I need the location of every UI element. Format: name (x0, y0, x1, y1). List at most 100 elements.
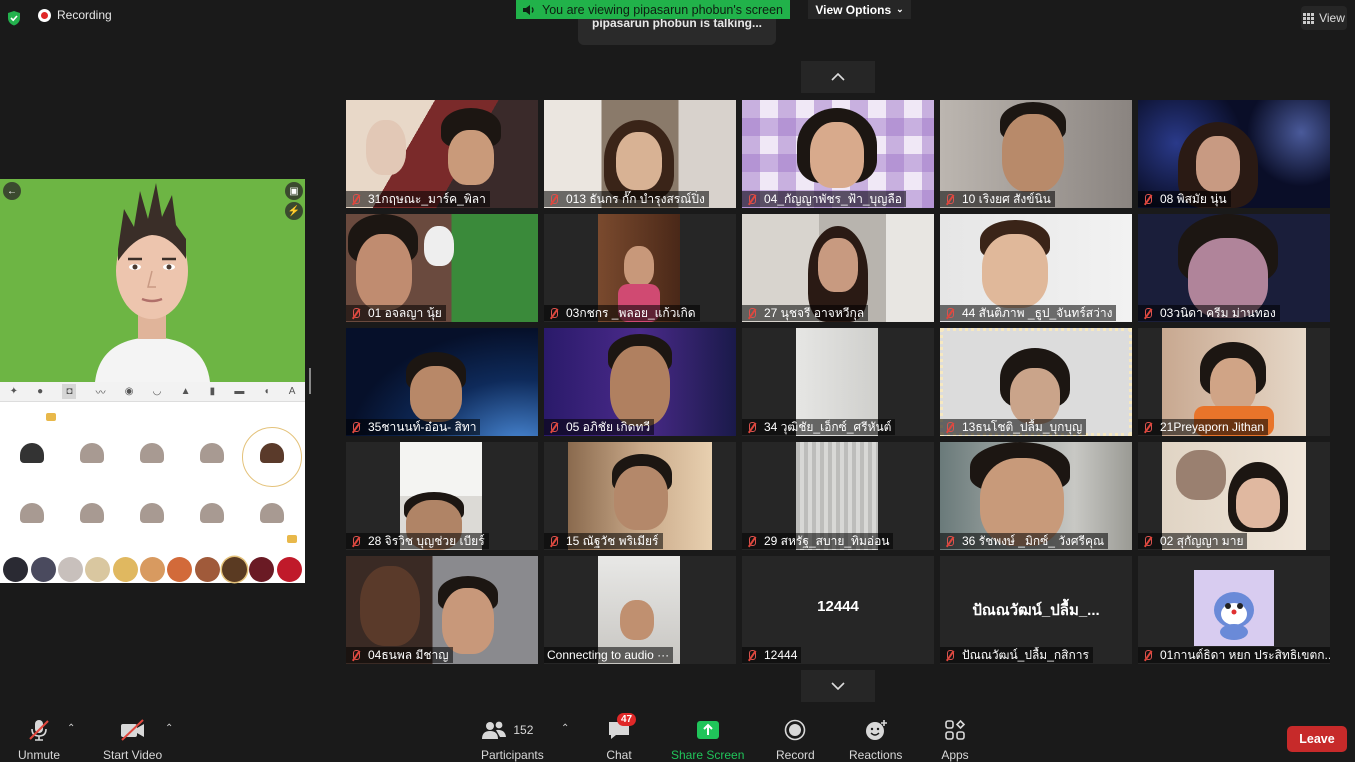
participant-tile[interactable]: 44 สันติภาพ _ธูป_จันทร์สว่าง (940, 214, 1132, 322)
participant-name: 27 นุชจรี อาจหวีกุล (742, 305, 869, 321)
avatar-tool-eyes[interactable]: ◉ (125, 386, 134, 397)
color-swatch[interactable] (30, 556, 56, 582)
color-swatch[interactable] (276, 556, 302, 582)
participant-name-text: 21Preyaporn Jithan (1160, 420, 1265, 434)
share-screen-button[interactable]: Share Screen (671, 718, 744, 762)
participant-tile[interactable]: 13ธนโชติ_ปลื้ม_บุกบุญ (940, 328, 1132, 436)
color-swatch[interactable] (112, 556, 138, 582)
participant-name: 34 วุฒิชัย_เอ็กซ์_ศรีหันต์ (742, 419, 896, 435)
participant-tile[interactable]: 01 อจลญา นุ้ย (346, 214, 538, 322)
avatar-tool-pose[interactable]: ✦ (10, 386, 18, 397)
participant-tile[interactable]: 08 พิสมัย นุ่น (1138, 100, 1330, 208)
hair-option[interactable] (200, 503, 224, 523)
security-shield-icon[interactable] (6, 10, 22, 26)
participant-name-text: 35ชานนท์-อ๋อน- สิทา (368, 419, 477, 434)
participant-tile[interactable]: 31กฤษณะ_มาร์ค_พิลา (346, 100, 538, 208)
unmute-button[interactable]: Unmute (18, 718, 60, 762)
participant-tile[interactable]: 27 นุชจรี อาจหวีกุล (742, 214, 934, 322)
chat-button[interactable]: 47 Chat (604, 713, 637, 762)
participant-name: 02 สุกัญญา มาย (1138, 533, 1248, 549)
participant-tile[interactable]: 28 จิรวิช บุญช่วย เบียร์ (346, 442, 538, 550)
participant-tile[interactable]: 29 สหรัฐ_สบาย_ทิมอ่อน (742, 442, 934, 550)
avatar-tool-shoes[interactable]: ▬ (234, 386, 244, 397)
participant-tile[interactable]: 04ธนพล มีชาญ (346, 556, 538, 664)
avatar-editor-panel: ← ▣ ⚡ ✦ ● ◘ 〰 ◉ ◡ ▲ ▮ ▬ ◖ A (0, 179, 305, 583)
participant-name-text: 03วนิดา ครีม ม่านทอง (1160, 305, 1276, 320)
color-swatch[interactable] (57, 556, 83, 582)
color-swatch[interactable] (139, 556, 165, 582)
reactions-icon (861, 718, 891, 742)
chevron-down-icon: ⌄ (896, 4, 904, 14)
hair-option[interactable] (20, 503, 44, 523)
hair-option[interactable] (140, 443, 164, 463)
participant-tile[interactable]: 15 ณัฐวัช พริเมียร์ (544, 442, 736, 550)
leave-button[interactable]: Leave (1287, 726, 1347, 752)
participants-icon: 152 (481, 718, 543, 742)
participant-tile[interactable]: 05 อภิชัย เกิดทวี (544, 328, 736, 436)
video-options-caret-icon[interactable]: ⌃ (165, 723, 173, 734)
start-video-button[interactable]: Start Video (103, 718, 162, 762)
avatar-tool-pants[interactable]: ▮ (210, 386, 216, 397)
avatar-tool-hair[interactable]: ◘ (62, 384, 77, 399)
participants-button[interactable]: 152 Participants (481, 718, 544, 762)
audio-options-caret-icon[interactable]: ⌃ (67, 723, 75, 734)
hair-option[interactable] (140, 503, 164, 523)
color-swatch[interactable] (167, 556, 193, 582)
hair-option[interactable] (200, 443, 224, 463)
avatar-tool-face[interactable]: ● (37, 386, 43, 397)
participant-tile[interactable]: 013 ธันกร กั๊ก บำรุงสรณ์ปิ่ง (544, 100, 736, 208)
page-up-button[interactable] (801, 61, 875, 93)
avatar-tool-shirt[interactable]: ▲ (181, 386, 191, 397)
participant-tile[interactable]: 12444 12444 (742, 556, 934, 664)
camera-icon[interactable]: ▣ (285, 182, 303, 200)
participant-tile[interactable]: 10 เริงยศ สังข์นิน (940, 100, 1132, 208)
participant-name: 03กชกร _พลอย_แก้วเกิด (544, 305, 700, 321)
color-swatch[interactable] (3, 556, 29, 582)
participant-tile[interactable]: 21Preyaporn Jithan (1138, 328, 1330, 436)
participant-tile[interactable]: 03วนิดา ครีม ม่านทอง (1138, 214, 1330, 322)
participant-tile[interactable]: 36 รัชพงษ์ _มิกซ์_ วังศรีคุณ (940, 442, 1132, 550)
record-button[interactable]: Record (776, 718, 815, 762)
back-arrow-icon[interactable]: ← (3, 182, 21, 200)
participant-tile[interactable]: 04_กัญญาพัชร_ฟ้า_บุญลือ (742, 100, 934, 208)
participant-tile[interactable]: 03กชกร _พลอย_แก้วเกิด (544, 214, 736, 322)
chat-label: Chat (606, 748, 632, 762)
view-label: View (1319, 11, 1345, 25)
start-video-label: Start Video (103, 748, 163, 762)
participant-name: 28 จิรวิช บุญช่วย เบียร์ (346, 533, 489, 549)
muted-mic-icon (943, 193, 956, 206)
color-swatch[interactable] (85, 556, 111, 582)
view-layout-button[interactable]: View (1301, 6, 1347, 30)
participant-name-text: 04ธนพล มีชาญ (368, 647, 449, 662)
page-down-button[interactable] (801, 670, 875, 702)
participant-tile[interactable]: ปัณณวัฒน์_ปลื้ม_... ปัณณวัฒน์_ปลื้ม_กสิก… (940, 556, 1132, 664)
color-swatch[interactable] (194, 556, 220, 582)
recording-indicator[interactable]: Recording (38, 8, 112, 22)
participant-name: 05 อภิชัย เกิดทวี (544, 419, 655, 435)
chat-unread-badge: 47 (617, 713, 637, 726)
avatar-tool-glasses[interactable]: ◡ (153, 386, 162, 397)
color-swatch[interactable] (249, 556, 275, 582)
color-swatch-selected[interactable] (222, 556, 248, 582)
participants-options-caret-icon[interactable]: ⌃ (561, 723, 569, 734)
participant-name-text: 03กชกร _พลอย_แก้วเกิด (566, 305, 696, 320)
participant-tile[interactable]: 34 วุฒิชัย_เอ็กซ์_ศรีหันต์ (742, 328, 934, 436)
hair-option[interactable] (20, 443, 44, 463)
participant-tile[interactable]: 01กานต์ธิดา หยก ประสิทธิเขตก... (1138, 556, 1330, 664)
participant-tile[interactable]: Connecting to audio ··· (544, 556, 736, 664)
avatar-tool-mustache[interactable]: 〰 (96, 384, 106, 399)
hair-option[interactable] (80, 503, 104, 523)
apps-button[interactable]: Apps (940, 718, 970, 762)
participant-name-text: 36 รัชพงษ์ _มิกซ์_ วังศรีคุณ (962, 533, 1105, 548)
avatar-tool-bubble[interactable]: ◖ (264, 386, 270, 397)
flash-icon[interactable]: ⚡ (285, 202, 303, 220)
hair-option[interactable] (260, 503, 284, 523)
avatar-tool-text[interactable]: A (289, 386, 296, 397)
panel-resize-handle[interactable] (309, 368, 311, 394)
hair-option[interactable] (80, 443, 104, 463)
hair-option-selected[interactable] (260, 443, 284, 463)
participant-tile[interactable]: 35ชานนท์-อ๋อน- สิทา (346, 328, 538, 436)
view-options-button[interactable]: View Options ⌄ (808, 0, 911, 19)
reactions-button[interactable]: Reactions (849, 718, 902, 762)
participant-tile[interactable]: 02 สุกัญญา มาย (1138, 442, 1330, 550)
